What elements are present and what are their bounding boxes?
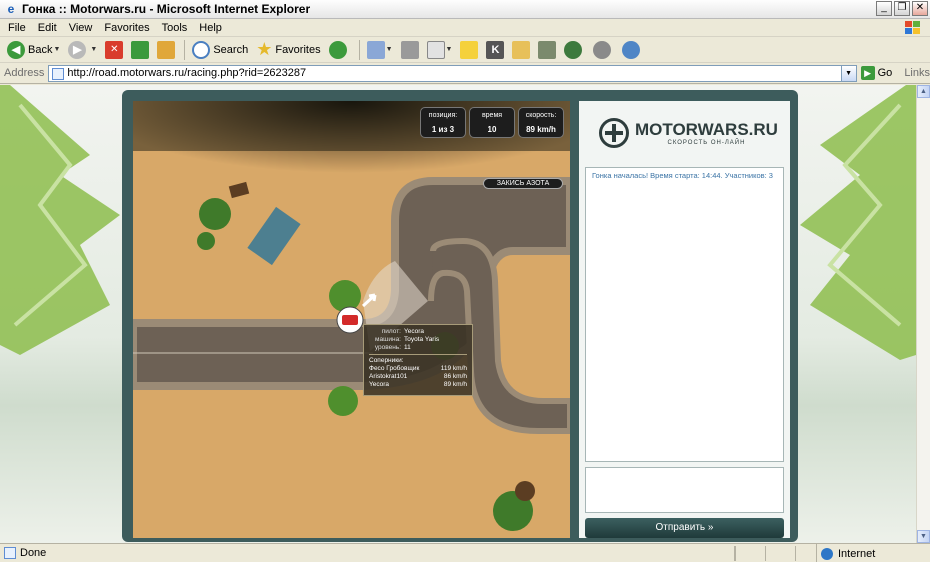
note-button[interactable] xyxy=(457,39,481,61)
nitro-button[interactable]: ЗАКИСЬ АЗОТА xyxy=(483,178,563,189)
home-icon xyxy=(157,40,176,59)
toolbar: ◀ Back ▼ ▶ ▼ ✕ Search ★ Favorites ▼ ▼ K xyxy=(0,37,930,63)
window-controls: _ ❐ ✕ xyxy=(876,1,928,16)
home-button[interactable] xyxy=(154,39,178,61)
people-icon xyxy=(622,40,641,59)
print-icon xyxy=(400,40,419,59)
vertical-scrollbar[interactable]: ▲ ▼ xyxy=(916,85,930,543)
motorwars-logo: MOTORWARS.RU СКОРОСТЬ ОН-ЛАЙН xyxy=(599,113,778,153)
position-box: позиция: 1 из 3 xyxy=(420,107,466,138)
address-label: Address xyxy=(4,67,45,79)
race-track-map xyxy=(133,101,570,538)
address-dropdown-button[interactable]: ▼ xyxy=(840,65,856,81)
gear-button[interactable] xyxy=(561,39,588,61)
stop-button[interactable]: ✕ xyxy=(102,39,126,61)
go-arrow-icon: ▶ xyxy=(860,66,875,80)
stop-icon: ✕ xyxy=(105,40,124,59)
mail-icon xyxy=(366,40,385,59)
player-car xyxy=(342,315,358,325)
ie-icon: e xyxy=(7,2,15,16)
browser-window: e Гонка :: Motorwars.ru - Microsoft Inte… xyxy=(0,0,930,562)
note-icon xyxy=(460,40,479,59)
menu-tools[interactable]: Tools xyxy=(156,22,194,34)
gear-icon xyxy=(564,40,583,59)
edit-icon xyxy=(426,40,445,59)
title-bar: e Гонка :: Motorwars.ru - Microsoft Inte… xyxy=(0,0,930,19)
scroll-down-button[interactable]: ▼ xyxy=(917,530,930,543)
back-arrow-icon: ◀ xyxy=(7,40,25,59)
send-button[interactable]: Отправить » xyxy=(585,518,784,538)
chat-bubble-icon xyxy=(593,40,612,59)
mail-button[interactable]: ▼ xyxy=(364,39,396,61)
rival-row: Aristokrat101 86 km/h xyxy=(369,373,467,380)
menu-edit[interactable]: Edit xyxy=(32,22,63,34)
rival-row: Yecora 89 km/h xyxy=(369,381,467,388)
minimize-button[interactable]: _ xyxy=(876,1,892,16)
status-text: Done xyxy=(20,547,47,559)
tools-icon xyxy=(538,40,557,59)
tools-button[interactable] xyxy=(535,39,559,61)
chat-log: Гонка началась! Время старта: 14:44. Уча… xyxy=(585,167,784,462)
rival-row: Фесо Гробовщик 119 km/h xyxy=(369,365,467,372)
logo-mark-icon xyxy=(599,118,629,148)
links-button[interactable]: Links xyxy=(904,67,930,79)
page-status-icon xyxy=(4,547,16,559)
folder-icon xyxy=(512,40,531,59)
race-hud: позиция: 1 из 3 время 10 скорость: 89 km… xyxy=(420,107,564,138)
security-zone: Internet xyxy=(816,544,930,562)
speed-box: скорость: 89 km/h xyxy=(518,107,564,138)
people-button[interactable] xyxy=(619,39,646,61)
edit-button[interactable]: ▼ xyxy=(424,39,456,61)
globe-icon xyxy=(821,547,833,560)
status-bar: Done Internet xyxy=(0,543,930,562)
history-icon xyxy=(328,40,347,59)
scroll-up-button[interactable]: ▲ xyxy=(917,85,930,98)
address-input[interactable]: http://road.motorwars.ru/racing.php?rid=… xyxy=(48,64,857,82)
k-icon: K xyxy=(486,40,505,59)
favorites-button[interactable]: ★ Favorites xyxy=(253,39,323,61)
maximize-button[interactable]: ❐ xyxy=(894,1,910,16)
forward-button[interactable]: ▶ ▼ xyxy=(65,39,100,61)
address-url: http://road.motorwars.ru/racing.php?rid=… xyxy=(67,67,307,79)
k-button[interactable]: K xyxy=(483,39,507,61)
refresh-button[interactable] xyxy=(128,39,152,61)
menu-help[interactable]: Help xyxy=(193,22,228,34)
print-button[interactable] xyxy=(398,39,422,61)
page-icon xyxy=(52,67,65,80)
menu-view[interactable]: View xyxy=(63,22,99,34)
player-tooltip: пилот: Yecora машина: Toyota Yaris уровень… xyxy=(363,324,473,396)
window-title: Гонка :: Motorwars.ru - Microsoft Intern… xyxy=(22,2,311,16)
chat-message: Гонка началась! Время старта: 14:44. Уча… xyxy=(592,171,773,180)
star-icon: ★ xyxy=(256,39,273,59)
game-canvas[interactable]: позиция: 1 из 3 время 10 скорость: 89 km… xyxy=(133,101,570,538)
time-box: время 10 xyxy=(469,107,515,138)
close-button[interactable]: ✕ xyxy=(912,1,928,16)
search-icon xyxy=(192,40,211,59)
address-bar: Address http://road.motorwars.ru/racing.… xyxy=(0,63,930,84)
search-button[interactable]: Search xyxy=(189,39,251,61)
folder-button[interactable] xyxy=(509,39,533,61)
messenger-button[interactable] xyxy=(590,39,617,61)
refresh-icon xyxy=(131,40,150,59)
forward-arrow-icon: ▶ xyxy=(68,40,87,59)
history-button[interactable] xyxy=(326,39,353,61)
menu-bar: File Edit View Favorites Tools Help xyxy=(0,19,930,37)
menu-file[interactable]: File xyxy=(2,22,32,34)
chat-panel: MOTORWARS.RU СКОРОСТЬ ОН-ЛАЙН Гонка нача… xyxy=(579,101,790,538)
windows-logo-icon xyxy=(905,21,920,34)
menu-favorites[interactable]: Favorites xyxy=(98,22,155,34)
go-button[interactable]: ▶ Go xyxy=(860,66,892,80)
back-button[interactable]: ◀ Back ▼ xyxy=(4,39,63,61)
chat-input[interactable] xyxy=(585,467,784,513)
